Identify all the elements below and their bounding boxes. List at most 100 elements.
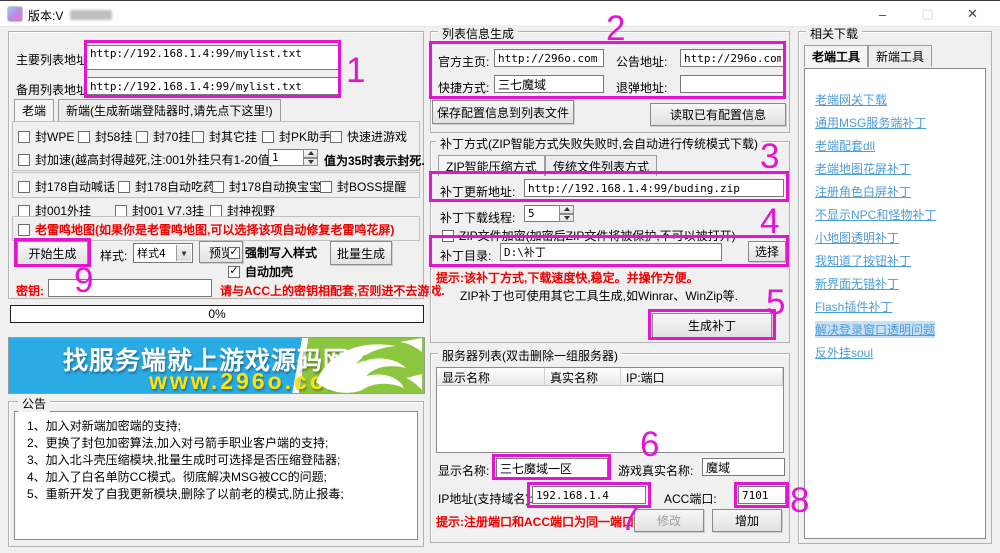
close-button[interactable]: ✕ xyxy=(950,1,995,27)
checkbox-box xyxy=(118,181,130,193)
download-link[interactable]: 反外挂soul xyxy=(815,344,873,361)
speed-spinner[interactable] xyxy=(303,149,318,166)
add-button[interactable]: 增加 xyxy=(712,509,782,532)
modify-button[interactable]: 修改 xyxy=(634,509,704,532)
checkbox-box xyxy=(210,205,222,217)
download-link[interactable]: 不显示NPC和怪物补丁 xyxy=(815,206,936,223)
key-input[interactable] xyxy=(48,279,212,297)
patch-url-input[interactable] xyxy=(524,179,784,197)
tab-old-client[interactable]: 老端 xyxy=(14,99,54,121)
real-name-input[interactable] xyxy=(702,458,785,476)
thread-spinner[interactable] xyxy=(559,205,574,222)
choose-dir-button[interactable]: 选择 xyxy=(748,241,786,262)
checkbox-block-wpe[interactable]: 封WPE xyxy=(18,128,74,145)
server-list-table[interactable]: 显示名称 真实名称 IP:端口 xyxy=(436,367,784,453)
download-link[interactable]: 注册角色白屏补丁 xyxy=(815,183,911,200)
checkbox-fast-enter[interactable]: 快速进游戏 xyxy=(330,128,407,145)
maximize-button[interactable]: ▢ xyxy=(905,1,950,27)
backup-list-label: 备用列表地址: xyxy=(16,81,91,98)
download-link[interactable]: 老端网关下载 xyxy=(815,91,887,108)
acc-port-label: ACC端口: xyxy=(664,490,717,507)
list-info-title: 列表信息生成 xyxy=(438,25,518,42)
checkbox-block-58[interactable]: 封58挂 xyxy=(78,128,132,145)
download-links: 老端网关下载 通用MSG服务端补丁 老端配套dll 老端地图花屏补丁 注册角色白… xyxy=(804,68,986,539)
display-name-input[interactable] xyxy=(496,458,608,478)
checkbox-178-shout[interactable]: 封178自动喊话 xyxy=(18,178,115,195)
thread-label: 补丁下载线程: xyxy=(440,209,515,226)
checkbox-auto-pack[interactable]: 自动加壳 xyxy=(228,263,293,280)
thread-input[interactable] xyxy=(524,205,560,222)
real-name-label: 游戏真实名称: xyxy=(618,462,693,479)
column-ip-port[interactable]: IP:端口 xyxy=(621,368,783,386)
acc-port-input[interactable] xyxy=(738,486,786,504)
checkbox-178-box[interactable]: 封178自动换宝宝 xyxy=(212,178,321,195)
ip-input[interactable] xyxy=(532,486,646,504)
home-url-input[interactable] xyxy=(494,49,604,67)
download-link-selected[interactable]: 解决登录窗口透明问题 xyxy=(815,321,935,338)
column-display-name[interactable]: 显示名称 xyxy=(437,368,545,386)
ad-banner[interactable]: 找服务端就上游戏源码网 www.296o.com xyxy=(8,337,425,394)
spin-up-icon[interactable] xyxy=(559,205,574,214)
checkbox-force-style[interactable]: 强制写入样式 xyxy=(228,244,317,261)
key-label: 密钥: xyxy=(16,282,44,299)
download-link[interactable]: Flash插件补丁 xyxy=(815,298,892,315)
announce-url-input[interactable] xyxy=(680,49,785,67)
patch-dir-input[interactable] xyxy=(500,243,722,261)
notice-list[interactable]: 1、加入对新端加密端的支持; 2、更换了封包加密算法,加入对弓箭手职业客户端的支… xyxy=(14,411,418,540)
patch-url-label: 补丁更新地址: xyxy=(440,183,515,200)
shortcut-input[interactable] xyxy=(494,75,604,93)
app-window: 版本:V – ▢ ✕ 主要列表地址: 备用列表地址: 老端 新端(生成新端登陆器… xyxy=(0,0,1000,553)
start-generate-button[interactable]: 开始生成 xyxy=(17,241,88,265)
checkbox-zip-encrypt[interactable]: ZIP文件加密(加密后ZIP文件将被保护,不可以被打开) xyxy=(442,227,736,244)
checkbox-block-other[interactable]: 封其它挂 xyxy=(192,128,257,145)
progress-bar: 0% xyxy=(10,305,424,323)
popup-url-input[interactable] xyxy=(680,75,785,93)
main-list-input[interactable] xyxy=(86,45,340,70)
checkbox-box xyxy=(320,181,332,193)
notice-item: 2、更换了封包加密算法,加入对弓箭手职业客户端的支持; xyxy=(27,435,417,452)
generate-patch-button[interactable]: 生成补丁 xyxy=(652,313,772,338)
spin-up-icon[interactable] xyxy=(303,149,318,158)
spin-down-icon[interactable] xyxy=(559,214,574,223)
tab-new-tools[interactable]: 新端工具 xyxy=(868,45,932,67)
downloads-title: 相关下载 xyxy=(806,25,862,42)
announce-url-label: 公告地址: xyxy=(616,53,667,70)
checkbox-178-med[interactable]: 封178自动吃药 xyxy=(118,178,215,195)
patch-panel-title: 补丁方式(ZIP智能方式失败失败时,会自动进行传统模式下载) xyxy=(436,135,762,152)
ip-label: IP地址(支持域名): xyxy=(438,490,533,507)
checkbox-leiming-map[interactable]: 老雷鸣地图(如果你是老雷鸣地图,可以选择该项自动修复老雷鸣花屏) xyxy=(18,221,394,238)
titlebar: 版本:V – ▢ ✕ xyxy=(0,1,1000,27)
patch-hint-black: ZIP补丁也可使用其它工具生成,如Winrar、WinZip等. xyxy=(460,287,738,304)
column-real-name[interactable]: 真实名称 xyxy=(545,368,621,386)
main-list-label: 主要列表地址: xyxy=(16,51,91,68)
checkbox-block-pk[interactable]: 封PK助手 xyxy=(262,128,331,145)
read-config-button[interactable]: 读取已有配置信息 xyxy=(650,103,786,126)
tab-zip-mode[interactable]: ZIP智能压缩方式 xyxy=(438,155,545,176)
backup-list-input[interactable] xyxy=(86,77,340,95)
batch-generate-button[interactable]: 批量生成 xyxy=(330,241,392,265)
dragon-logo-icon xyxy=(310,338,422,394)
checkbox-box xyxy=(18,224,30,236)
checkbox-box xyxy=(18,205,30,217)
server-list-header: 显示名称 真实名称 IP:端口 xyxy=(437,368,783,386)
download-link[interactable]: 新界面无错补丁 xyxy=(815,275,899,292)
checkbox-boss-alert[interactable]: 封BOSS提醒 xyxy=(320,178,406,195)
download-link[interactable]: 老端地图花屏补丁 xyxy=(815,160,911,177)
minimize-button[interactable]: – xyxy=(860,1,905,27)
notice-item: 1、加入对新端加密端的支持; xyxy=(27,418,417,435)
checkbox-block-70[interactable]: 封70挂 xyxy=(136,128,190,145)
download-link[interactable]: 老端配套dll xyxy=(815,137,875,154)
download-link[interactable]: 通用MSG服务端补丁 xyxy=(815,114,926,131)
download-link[interactable]: 我知道了按钮补丁 xyxy=(815,252,911,269)
download-link[interactable]: 小地图透明补丁 xyxy=(815,229,899,246)
style-dropdown[interactable]: 样式4 ▼ xyxy=(133,243,193,263)
dropdown-arrow-icon[interactable]: ▼ xyxy=(176,245,191,261)
spin-down-icon[interactable] xyxy=(303,158,318,167)
tab-traditional-mode[interactable]: 传统文件列表方式 xyxy=(545,155,657,176)
save-config-button[interactable]: 保存配置信息到列表文件 xyxy=(432,100,574,124)
style-label: 样式: xyxy=(100,247,127,264)
tab-old-tools[interactable]: 老端工具 xyxy=(804,45,868,67)
checkbox-block-speed[interactable]: 封加速(越高封得越死,注:001外挂只有1-20值) xyxy=(18,151,274,168)
tab-new-client[interactable]: 新端(生成新端登陆器时,请先点下这里!) xyxy=(58,99,281,121)
speed-value-input[interactable] xyxy=(268,149,304,166)
